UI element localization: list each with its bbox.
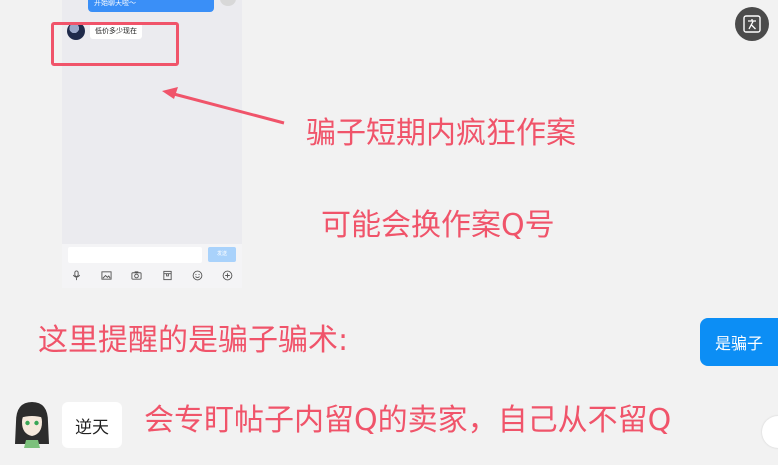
plus-icon[interactable]: [220, 268, 236, 282]
message-input[interactable]: [68, 247, 202, 263]
sent-message-bubble: 开始聊天啦～: [88, 0, 214, 12]
translate-button[interactable]: [735, 7, 769, 41]
package-icon[interactable]: [159, 268, 175, 282]
image-icon[interactable]: [98, 268, 114, 282]
annotation-line-4: 会专盯帖子内留Q的卖家，自己从不留Q: [144, 403, 672, 438]
annotation-line-1: 骗子短期内疯狂作案: [306, 116, 576, 151]
scam-report-button[interactable]: 是骗子: [700, 318, 778, 366]
microphone-icon[interactable]: [68, 268, 84, 282]
camera-icon[interactable]: [129, 268, 145, 282]
scroll-edge-button[interactable]: [762, 416, 778, 448]
annotation-line-3: 这里提醒的是骗子骗术:: [38, 323, 349, 358]
username-label[interactable]: 逆天: [62, 402, 122, 448]
translate-icon: [743, 15, 761, 33]
annotation-line-2: 可能会换作案Q号: [321, 208, 555, 243]
sender-avatar: [220, 0, 236, 6]
chat-input-bar: 发送: [62, 244, 242, 288]
send-button[interactable]: 发送: [208, 247, 236, 262]
highlight-box: [51, 22, 179, 66]
emoji-icon[interactable]: [190, 268, 206, 282]
user-avatar[interactable]: [12, 400, 52, 448]
chat-toolbar: [68, 268, 236, 282]
